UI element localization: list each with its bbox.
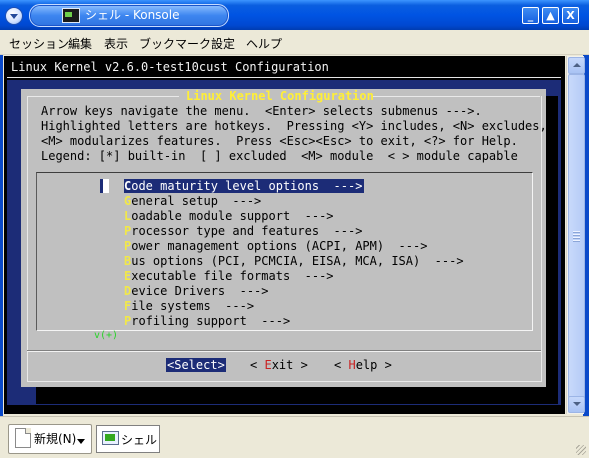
terminal-header: Linux Kernel v2.6.0-test10cust Configura… (11, 60, 329, 74)
button-separator (27, 350, 541, 351)
dialog-title: Linux Kernel Configuration (186, 89, 374, 103)
hotkey-letter: H (348, 358, 356, 372)
menu-item-label: oadable module support ---> (131, 209, 334, 223)
help-button[interactable]: < Help > (334, 358, 392, 372)
menu-item-file-systems[interactable]: File systems ---> (124, 299, 254, 313)
select-button[interactable]: <Select> (166, 358, 226, 372)
text-cursor (103, 179, 109, 193)
title-bar: シェル - Konsole _ ▲ X (0, 0, 589, 30)
menu-item-processor-type[interactable]: Processor type and features ---> (124, 224, 362, 238)
new-session-button[interactable]: 新規(N) (8, 424, 92, 454)
menu-item-executable-formats[interactable]: Executable file formats ---> (124, 269, 334, 283)
help-text-line: Highlighted letters are hotkeys. Pressin… (41, 119, 547, 133)
title-pill: シェル - Konsole (29, 4, 229, 27)
menu-item-label: ower management options (ACPI, APM) ---> (131, 239, 428, 253)
scrollbar-thumb[interactable] (568, 74, 585, 398)
menu-item-device-drivers[interactable]: Device Drivers ---> (124, 284, 269, 298)
dropdown-arrow-icon[interactable] (77, 439, 85, 444)
menu-item-label: ode maturity level options ---> (131, 179, 363, 193)
help-text-line: Arrow keys navigate the menu. <Enter> se… (41, 104, 482, 118)
terminal-icon (102, 431, 119, 445)
button-bracket: < (334, 358, 349, 372)
session-tab-bar: 新規(N) シェル (0, 416, 589, 458)
menu-item-bus-options[interactable]: Bus options (PCI, PCMCIA, EISA, MCA, ISA… (124, 254, 464, 268)
scroll-up-arrow-icon[interactable] (568, 57, 585, 74)
menu-settings[interactable]: 設定 (211, 35, 235, 52)
terminal-scrollbar[interactable] (566, 56, 585, 414)
restore-button[interactable]: ▲ (542, 7, 559, 24)
menu-item-profiling-support[interactable]: Profiling support ---> (124, 314, 290, 328)
close-button[interactable]: X (562, 7, 579, 24)
grip-line (573, 237, 580, 238)
menu-bar: セッション 編集 表示 ブックマーク 設定 ヘルプ (0, 30, 589, 55)
menu-item-label: us options (PCI, PCMCIA, EISA, MCA, ISA)… (131, 254, 464, 268)
window-title: シェル - Konsole (85, 8, 180, 22)
menu-item-label: rofiling support ---> (131, 314, 291, 328)
konsole-app-icon (62, 8, 80, 23)
menu-item-label: evice Drivers ---> (131, 284, 269, 298)
menu-item-loadable-modules[interactable]: Loadable module support ---> (124, 209, 334, 223)
grip-line (573, 240, 580, 241)
menu-item-label: rocessor type and features ---> (131, 224, 363, 238)
session-tab-label: シェル (121, 433, 158, 447)
dialog-frame-top-left (27, 96, 179, 97)
help-text-line: Legend: [*] built-in [ ] excluded <M> mo… (41, 149, 518, 163)
scroll-down-arrow-icon[interactable] (568, 396, 585, 413)
menu-item-label: eneral setup ---> (131, 194, 262, 208)
new-document-icon (15, 428, 31, 448)
exit-button[interactable]: < Exit > (250, 358, 308, 372)
menu-item-general-setup[interactable]: General setup ---> (124, 194, 261, 208)
grip-line (573, 234, 580, 235)
button-label: xit > (271, 358, 308, 372)
window-frame-left (0, 30, 3, 457)
menu-bookmarks[interactable]: ブックマーク (139, 35, 211, 52)
window-menu-icon[interactable] (5, 7, 23, 25)
hotkey-letter: E (264, 358, 272, 372)
menu-item-code-maturity[interactable]: Code maturity level options ---> (124, 179, 365, 193)
dialog-frame-top-right (372, 96, 540, 97)
help-text-line: <M> modularizes features. Press <Esc><Es… (41, 134, 518, 148)
menu-item-label: xecutable file formats ---> (131, 269, 334, 283)
menu-edit[interactable]: 編集 (68, 35, 92, 52)
menu-help[interactable]: ヘルプ (246, 35, 282, 52)
header-rule (7, 77, 561, 78)
new-session-label: 新規(N) (34, 432, 77, 446)
resize-grip[interactable] (576, 445, 586, 455)
minimize-button[interactable]: _ (522, 7, 539, 24)
menu-session[interactable]: セッション (9, 35, 69, 52)
button-label: elp > (355, 358, 392, 372)
menu-view[interactable]: 表示 (104, 35, 128, 52)
grip-line (573, 231, 580, 232)
menu-item-power-management[interactable]: Power management options (ACPI, APM) ---… (124, 239, 427, 253)
menu-item-label: ile systems ---> (131, 299, 255, 313)
session-tab-shell[interactable]: シェル (96, 425, 160, 453)
more-items-indicator: v(+) (94, 330, 119, 341)
button-bracket: < (250, 358, 265, 372)
